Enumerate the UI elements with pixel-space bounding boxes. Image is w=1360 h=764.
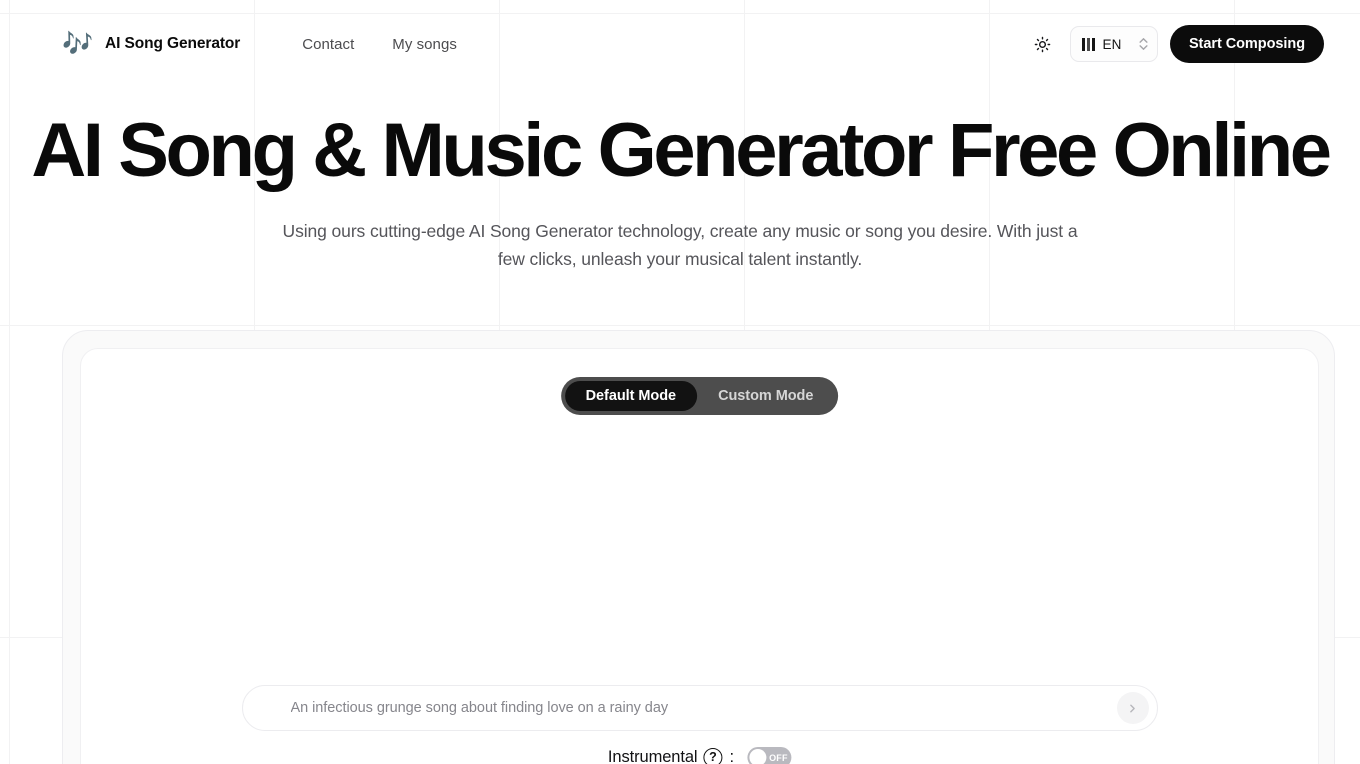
start-composing-button[interactable]: Start Composing — [1169, 25, 1324, 63]
chevron-updown-icon — [1139, 38, 1148, 50]
generator-outer-card: Default Mode Custom Mode Instrumental ? … — [62, 330, 1335, 764]
language-code: EN — [1102, 36, 1122, 52]
header-actions: EN Start Composing — [1028, 25, 1324, 63]
tab-custom-mode[interactable]: Custom Mode — [697, 381, 834, 411]
flag-icon — [1081, 37, 1096, 51]
site-header: 🎶 AI Song Generator Contact My songs EN … — [0, 0, 1360, 88]
prompt-submit-button[interactable] — [1116, 692, 1149, 724]
generator-panel: Default Mode Custom Mode Instrumental ? … — [80, 348, 1319, 764]
page-title: AI Song & Music Generator Free Online — [31, 108, 1332, 193]
hero-section: AI Song & Music Generator Free Online Us… — [0, 108, 1360, 273]
brand-name: AI Song Generator — [105, 35, 241, 52]
instrumental-toggle[interactable]: OFF — [747, 747, 792, 764]
toggle-state-label: OFF — [769, 752, 788, 763]
nav-link-contact[interactable]: Contact — [302, 36, 354, 53]
prompt-input-row — [241, 685, 1158, 731]
language-selector[interactable]: EN — [1069, 26, 1158, 62]
instrumental-separator: : — [729, 748, 735, 764]
prompt-input[interactable] — [290, 700, 1117, 716]
sun-icon — [1035, 36, 1051, 52]
theme-toggle-button[interactable] — [1028, 29, 1058, 59]
instrumental-row: Instrumental ? : OFF — [607, 747, 792, 764]
instrumental-label: Instrumental — [607, 748, 698, 764]
brand-logo-link[interactable]: 🎶 AI Song Generator — [62, 28, 240, 60]
tab-default-mode[interactable]: Default Mode — [564, 381, 698, 411]
toggle-knob — [749, 749, 767, 764]
musical-note-emoji-icon: 🎶 — [62, 29, 94, 58]
question-mark-icon[interactable]: ? — [703, 748, 723, 764]
nav-link-my-songs[interactable]: My songs — [392, 36, 457, 53]
hero-subtitle: Using ours cutting-edge AI Song Generato… — [282, 221, 1078, 270]
mode-switch: Default Mode Custom Mode — [560, 377, 839, 415]
chevron-right-icon — [1130, 704, 1135, 712]
main-nav: Contact My songs — [302, 36, 457, 53]
